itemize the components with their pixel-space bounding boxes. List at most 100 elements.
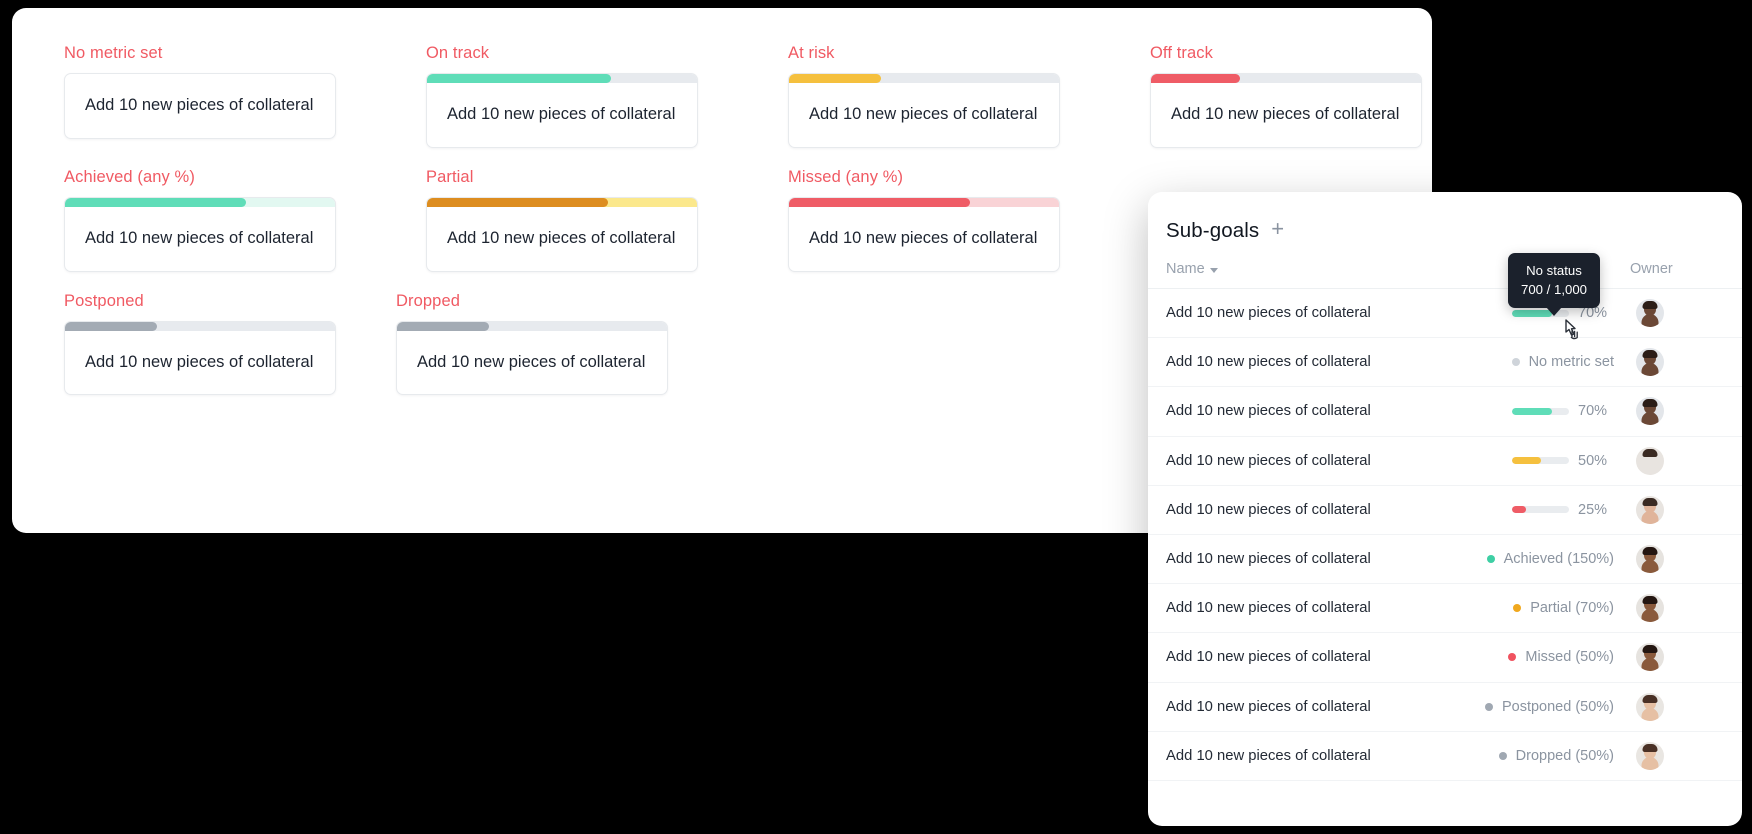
goal-card-box[interactable]: Add 10 new pieces of collateral xyxy=(1150,73,1422,148)
avatar[interactable] xyxy=(1636,643,1664,672)
screenshot-root: No metric set Add 10 new pieces of collat… xyxy=(0,0,1752,834)
subgoal-name: Add 10 new pieces of collateral xyxy=(1166,501,1371,518)
subgoal-progress-percent: 25% xyxy=(1578,501,1608,518)
goal-card-progress-bar xyxy=(397,321,667,331)
table-row[interactable]: Add 10 new pieces of collateral No metric… xyxy=(1148,338,1742,388)
goal-card-progress-bar xyxy=(65,321,335,331)
table-row[interactable]: Add 10 new pieces of collateral 70% xyxy=(1148,289,1742,339)
status-badge: Achieved (150%) xyxy=(1503,551,1614,568)
subgoal-metric[interactable]: Missed (50%) xyxy=(1414,649,1624,665)
goal-card-box[interactable]: Add 10 new pieces of collateral xyxy=(64,320,336,396)
subgoal-name: Add 10 new pieces of collateral xyxy=(1166,747,1371,764)
goal-card-box[interactable]: Add 10 new pieces of collateral xyxy=(788,73,1060,148)
tooltip-arrow xyxy=(1546,307,1562,317)
goal-card-box[interactable]: Add 10 new pieces of collateral xyxy=(396,320,668,396)
status-badge: Postponed (50%) xyxy=(1501,698,1614,715)
subgoal-name: Add 10 new pieces of collateral xyxy=(1166,698,1371,715)
goal-card-progress-fill xyxy=(427,74,611,83)
goal-card-progress-fill xyxy=(789,74,881,83)
goal-card-on-track: On track Add 10 new pieces of collateral xyxy=(374,44,736,148)
status-badge: Missed (50%) xyxy=(1525,649,1614,666)
avatar-hair xyxy=(1642,399,1658,408)
subgoal-metric[interactable]: 25% xyxy=(1414,502,1624,518)
avatar-hair xyxy=(1642,350,1658,359)
avatar[interactable] xyxy=(1636,692,1664,721)
goal-card-label: Partial xyxy=(426,167,474,186)
goal-card-box[interactable]: Add 10 new pieces of collateral xyxy=(426,196,698,272)
subgoal-metric[interactable]: Postponed (50%) xyxy=(1414,699,1624,715)
subgoal-metric[interactable]: 70% xyxy=(1414,403,1624,419)
goal-card-progress-fill xyxy=(65,197,246,207)
goal-card-label: No metric set xyxy=(64,44,163,62)
table-row[interactable]: Add 10 new pieces of collateral Dropped (… xyxy=(1148,732,1742,781)
subgoal-metric[interactable]: No metric set xyxy=(1414,354,1624,370)
subgoal-name: Add 10 new pieces of collateral xyxy=(1166,452,1371,469)
subgoal-owner xyxy=(1624,692,1742,721)
progress-tooltip: No status 700 / 1,000 xyxy=(1508,253,1600,317)
goal-card-label: Dropped xyxy=(396,291,460,310)
subgoal-metric[interactable]: 50% xyxy=(1414,453,1624,469)
avatar[interactable] xyxy=(1636,348,1664,377)
subgoal-progress-bar xyxy=(1512,457,1569,465)
goal-card-missed-any: Missed (any %) Add 10 new pieces of colla… xyxy=(736,168,1098,272)
goal-card-progress-bar xyxy=(789,197,1059,207)
table-row[interactable]: Add 10 new pieces of collateral 25% xyxy=(1148,486,1742,535)
table-row[interactable]: Add 10 new pieces of collateral 70% xyxy=(1148,387,1742,437)
goal-card-progress-fill xyxy=(65,321,157,331)
subgoal-progress-fill xyxy=(1512,457,1541,465)
goal-card-title: Add 10 new pieces of collateral xyxy=(809,228,1038,247)
subgoal-name: Add 10 new pieces of collateral xyxy=(1166,403,1371,420)
avatar[interactable] xyxy=(1636,495,1664,524)
subgoal-metric[interactable]: Achieved (150%) xyxy=(1414,551,1624,567)
goal-card-row: No metric set Add 10 new pieces of collat… xyxy=(12,44,1432,148)
avatar-hair xyxy=(1642,301,1658,310)
goal-card-box[interactable]: Add 10 new pieces of collateral xyxy=(64,196,336,272)
subgoal-owner xyxy=(1624,495,1742,524)
goal-card-progress-bar xyxy=(427,197,697,207)
avatar-hair xyxy=(1642,743,1658,752)
goal-card-partial: Partial Add 10 new pieces of collateral xyxy=(374,168,736,272)
add-subgoal-button[interactable]: + xyxy=(1271,218,1284,243)
status-badge: Partial (70%) xyxy=(1530,600,1614,617)
subgoal-name: Add 10 new pieces of collateral xyxy=(1166,600,1371,617)
avatar[interactable] xyxy=(1636,545,1664,574)
status-dot-icon xyxy=(1498,751,1507,760)
subgoals-table: Name Owner Add 10 new pieces of collater… xyxy=(1148,261,1742,781)
subgoal-progress-percent: 70% xyxy=(1578,403,1608,420)
column-header-owner[interactable]: Owner xyxy=(1624,261,1742,277)
goal-card-title: Add 10 new pieces of collateral xyxy=(85,96,314,114)
avatar[interactable] xyxy=(1636,741,1664,770)
table-row[interactable]: Add 10 new pieces of collateral Partial (… xyxy=(1148,584,1742,634)
goal-card-box[interactable]: Add 10 new pieces of collateral xyxy=(426,73,698,148)
goal-card-label: Missed (any %) xyxy=(788,167,904,186)
goal-card-box[interactable]: Add 10 new pieces of collateral xyxy=(64,73,336,139)
column-header-name-label: Name xyxy=(1166,261,1205,277)
subgoal-metric[interactable]: Dropped (50%) xyxy=(1414,748,1624,764)
goal-card-label: Achieved (any %) xyxy=(64,167,195,186)
table-row[interactable]: Add 10 new pieces of collateral Achieved … xyxy=(1148,535,1742,585)
subgoal-owner xyxy=(1624,594,1742,623)
subgoal-metric[interactable]: Partial (70%) xyxy=(1414,600,1624,616)
avatar-hair xyxy=(1642,694,1658,703)
goal-card-progress-fill xyxy=(427,197,608,207)
goal-card-progress-bar xyxy=(789,74,1059,83)
goal-card-title: Add 10 new pieces of collateral xyxy=(417,352,646,371)
avatar[interactable] xyxy=(1636,446,1664,475)
status-dot-icon xyxy=(1513,604,1522,613)
subgoal-name: Add 10 new pieces of collateral xyxy=(1166,305,1371,322)
subgoal-name: Add 10 new pieces of collateral xyxy=(1166,649,1371,666)
goal-card-off-track: Off track Add 10 new pieces of collateral xyxy=(1098,44,1432,148)
avatar-hair xyxy=(1642,645,1658,654)
avatar[interactable] xyxy=(1636,299,1664,328)
table-row[interactable]: Add 10 new pieces of collateral 50% xyxy=(1148,437,1742,486)
avatar-hair xyxy=(1642,547,1658,556)
subgoals-title: Sub-goals xyxy=(1166,218,1260,242)
table-row[interactable]: Add 10 new pieces of collateral Missed (5… xyxy=(1148,633,1742,683)
subgoals-header: Sub-goals + xyxy=(1148,192,1742,243)
goal-card-box[interactable]: Add 10 new pieces of collateral xyxy=(788,196,1060,272)
goal-card-title: Add 10 new pieces of collateral xyxy=(85,352,314,371)
table-row[interactable]: Add 10 new pieces of collateral Postponed… xyxy=(1148,683,1742,732)
subgoals-table-header: Name Owner xyxy=(1148,261,1742,289)
avatar[interactable] xyxy=(1636,594,1664,623)
avatar[interactable] xyxy=(1636,397,1664,426)
